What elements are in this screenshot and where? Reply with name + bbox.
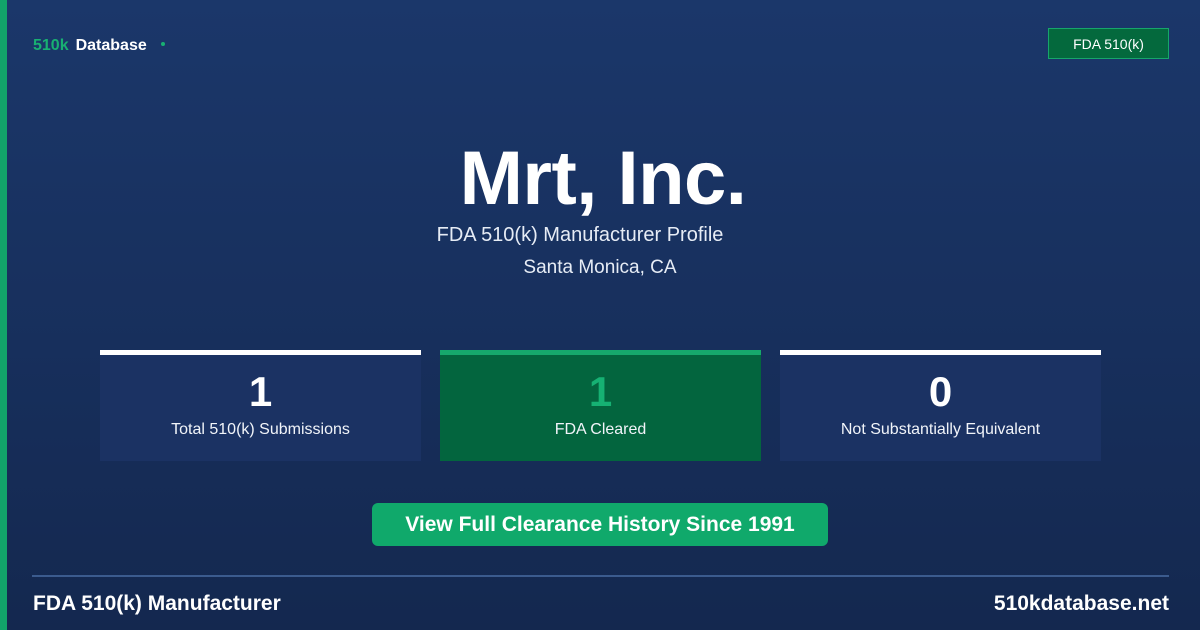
- stat-card-total-submissions: 1 Total 510(k) Submissions: [100, 350, 421, 461]
- stat-value: 1: [248, 368, 273, 415]
- footer-site-link[interactable]: 510kdatabase.net: [994, 592, 1169, 616]
- stat-label: Total 510(k) Submissions: [171, 421, 350, 438]
- profile-subtitle: FDA 510(k) Manufacturer Profile: [436, 224, 724, 246]
- brand-logo[interactable]: 510k Database: [33, 37, 165, 55]
- stat-value: 1: [588, 368, 613, 415]
- stat-label: FDA Cleared: [554, 421, 647, 438]
- footer-divider: [32, 575, 1169, 577]
- manufacturer-title: Mrt, Inc.: [459, 136, 747, 221]
- brand-accent: 510k: [33, 37, 69, 54]
- stat-card-not-equivalent: 0 Not Substantially Equivalent: [780, 350, 1101, 461]
- accent-bar: [0, 0, 7, 630]
- brand-word: Database: [75, 37, 147, 54]
- view-clearance-history-button[interactable]: View Full Clearance History Since 1991: [372, 503, 828, 546]
- fda-badge: FDA 510(k): [1048, 28, 1169, 59]
- footer-caption: FDA 510(k) Manufacturer: [33, 592, 281, 615]
- brand-dot-icon: [160, 42, 165, 46]
- stat-label: Not Substantially Equivalent: [840, 421, 1041, 438]
- manufacturer-location: Santa Monica, CA: [523, 257, 677, 278]
- stat-value: 0: [928, 368, 953, 415]
- stat-card-fda-cleared: 1 FDA Cleared: [440, 350, 761, 461]
